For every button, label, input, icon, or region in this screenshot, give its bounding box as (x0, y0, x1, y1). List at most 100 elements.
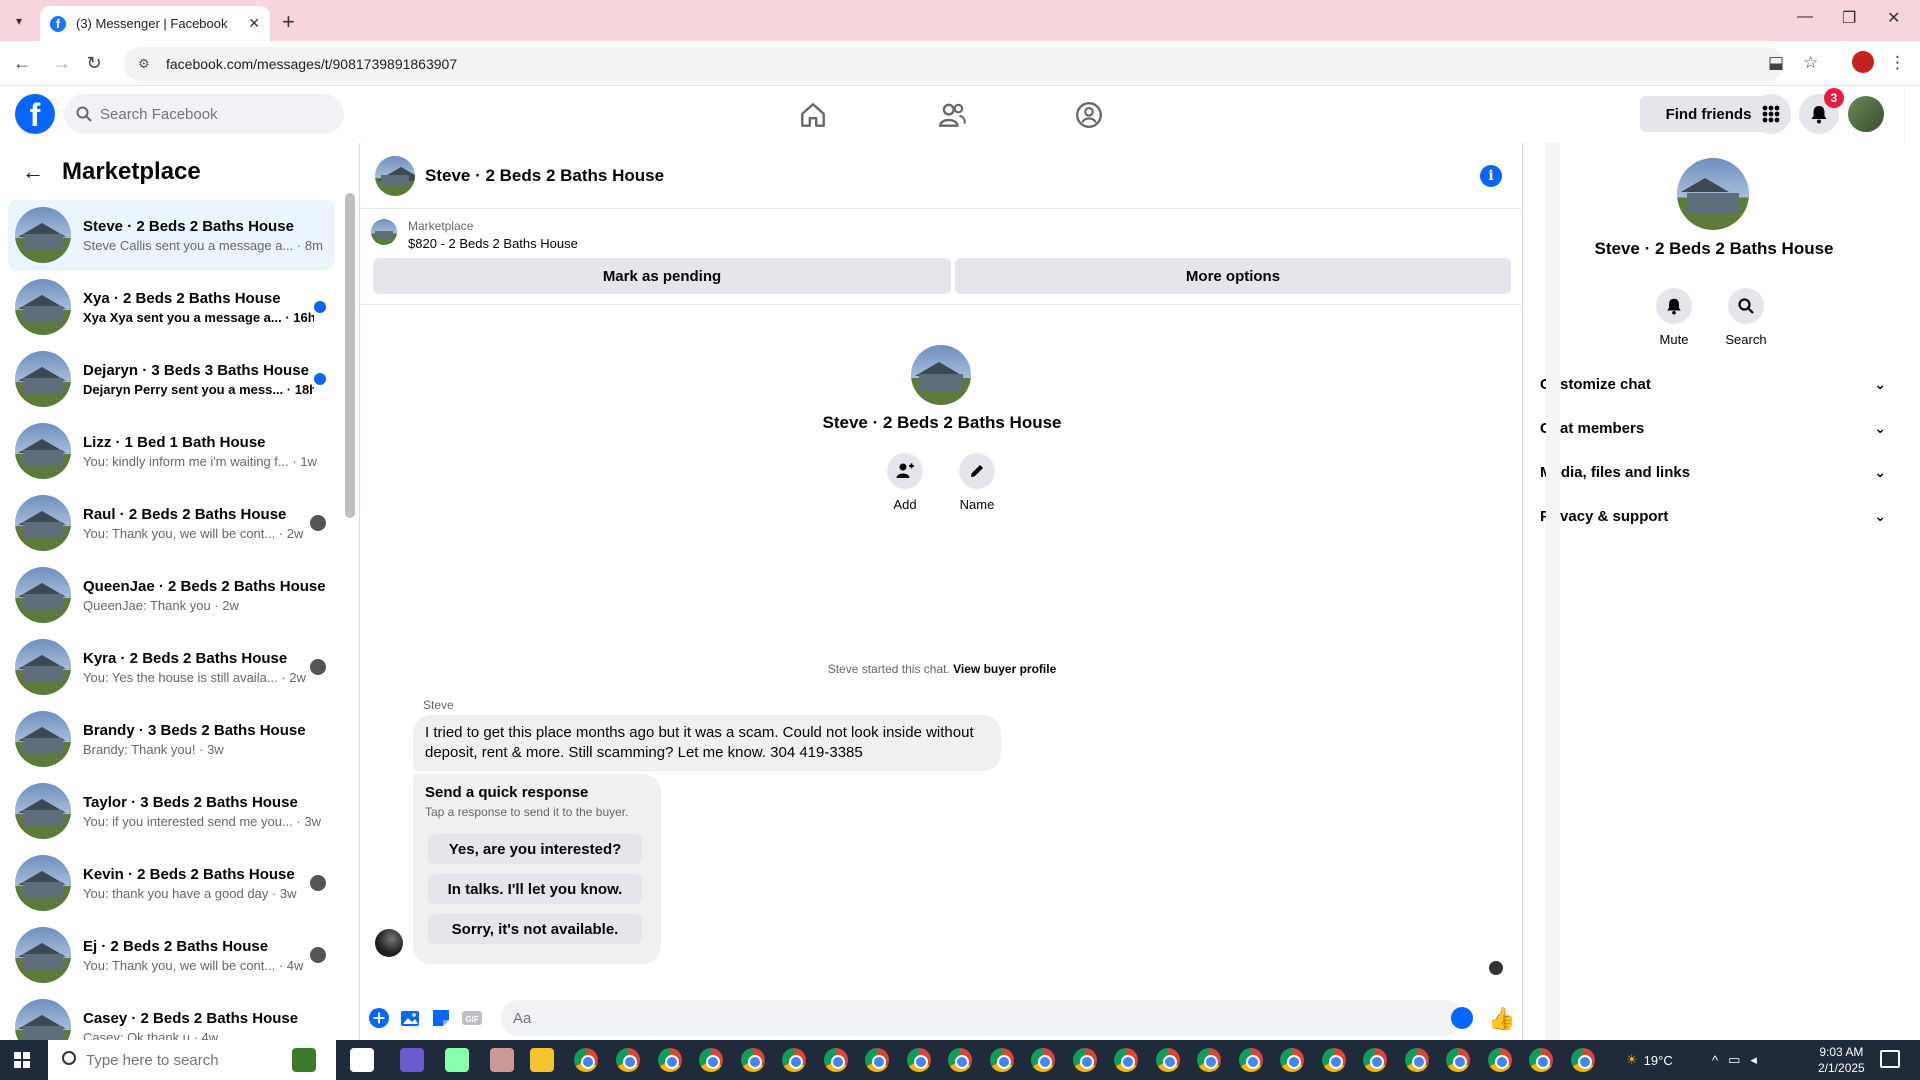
chrome-window-icon[interactable] (616, 1048, 640, 1072)
weather-widget[interactable]: ☀ 19°C (1626, 1040, 1673, 1080)
page-scrollbar[interactable] (1546, 143, 1560, 1043)
chrome-window-icon[interactable] (1197, 1048, 1221, 1072)
conversation-item[interactable]: Raul · 2 Beds 2 Baths House You: Thank yo… (8, 488, 334, 558)
reload-icon[interactable]: ↻ (82, 51, 106, 75)
chat-members-section[interactable]: Chat members ⌄ (1540, 410, 1886, 446)
chrome-window-icon[interactable] (740, 1048, 765, 1072)
chrome-window-icon[interactable] (699, 1048, 723, 1072)
site-info-icon[interactable]: ⚙ (138, 56, 154, 72)
gif-icon[interactable]: GIF (461, 1007, 483, 1029)
quick-response-button[interactable]: Sorry, it's not available. (428, 914, 642, 944)
info-icon[interactable]: i (1480, 165, 1502, 187)
chrome-window-icon[interactable] (1529, 1048, 1553, 1072)
add-people-action[interactable]: Add (875, 453, 935, 512)
chrome-window-icon[interactable] (989, 1048, 1014, 1072)
chrome-window-icon[interactable] (1114, 1048, 1138, 1072)
install-app-icon[interactable]: ⬓ (1768, 53, 1784, 73)
browser-tab[interactable]: f (3) Messenger | Facebook ✕ (40, 6, 270, 41)
conversation-item[interactable]: Brandy · 3 Beds 2 Baths House Brandy: Tha… (8, 704, 334, 774)
chrome-profile-avatar[interactable] (1852, 51, 1874, 73)
emoji-icon[interactable] (1451, 1007, 1473, 1029)
more-options-button[interactable]: More options (955, 258, 1511, 294)
new-tab-icon[interactable]: + (282, 9, 295, 35)
media-files-links-section[interactable]: Media, files and links ⌄ (1540, 454, 1886, 490)
menu-grid-button[interactable] (1751, 94, 1791, 134)
chrome-menu-icon[interactable]: ⋮ (1889, 53, 1906, 73)
restore-icon[interactable]: ❐ (1842, 8, 1856, 28)
minimize-icon[interactable]: — (1797, 8, 1813, 26)
conversation-item[interactable]: Dejaryn · 3 Beds 3 Baths House Dejaryn Pe… (8, 344, 334, 414)
chrome-window-icon[interactable] (948, 1048, 972, 1072)
privacy-support-section[interactable]: Privacy & support ⌄ (1540, 498, 1886, 534)
chrome-window-icon[interactable] (1570, 1048, 1595, 1072)
chrome-window-icon[interactable] (657, 1048, 682, 1072)
sticker-icon[interactable] (430, 1007, 452, 1029)
tab-search-dropdown-icon[interactable]: ▾ (8, 10, 30, 32)
system-tray-icons[interactable]: ^ ▭ ◂ (1712, 1040, 1767, 1080)
notification-center-icon[interactable] (1880, 1050, 1900, 1068)
account-avatar[interactable] (1846, 94, 1886, 134)
app-icon[interactable] (445, 1048, 469, 1072)
chevron-up-icon[interactable]: ^ (1712, 1053, 1728, 1068)
conversation-item[interactable]: Casey · 2 Beds 2 Baths House Casey: Ok th… (8, 992, 334, 1043)
conversation-item[interactable]: QueenJae · 2 Beds 2 Baths House QueenJae:… (8, 560, 334, 630)
chrome-window-icon[interactable] (1321, 1048, 1346, 1072)
friends-icon[interactable] (937, 100, 967, 130)
taskbar-search-input[interactable] (86, 1051, 236, 1069)
conversation-item[interactable]: Lizz · 1 Bed 1 Bath House You: kindly inf… (8, 416, 334, 486)
conversation-item[interactable]: Ej · 2 Beds 2 Baths House You: Thank you,… (8, 920, 334, 990)
chrome-window-icon[interactable] (1031, 1048, 1055, 1072)
facebook-search-box[interactable] (64, 94, 344, 134)
facebook-search-input[interactable] (100, 105, 300, 123)
chrome-window-icon[interactable] (1238, 1048, 1263, 1072)
network-icon[interactable]: ▭ (1728, 1052, 1750, 1068)
chrome-window-icon[interactable] (823, 1048, 848, 1072)
groups-icon[interactable] (1074, 100, 1104, 130)
conversation-item[interactable]: Kyra · 2 Beds 2 Baths House You: Yes the … (8, 632, 334, 702)
chrome-window-icon[interactable] (865, 1048, 889, 1072)
chrome-icon[interactable] (574, 1048, 598, 1072)
view-buyer-profile-link[interactable]: View buyer profile (953, 662, 1056, 676)
conversation-item[interactable]: Xya · 2 Beds 2 Baths House Xya Xya sent y… (8, 272, 334, 342)
message-input-box[interactable] (501, 1000, 1463, 1036)
address-bar[interactable]: ⚙ facebook.com/messages/t/90817398918639… (124, 47, 1784, 81)
forward-icon[interactable]: → (50, 51, 74, 75)
chat-avatar[interactable] (375, 155, 415, 196)
taskbar-clock[interactable]: 9:03 AM 2/1/2025 (1818, 1044, 1865, 1076)
mark-as-pending-button[interactable]: Mark as pending (373, 258, 951, 294)
back-arrow-icon[interactable]: ← (22, 159, 44, 185)
thumbs-up-icon[interactable]: 👍 (1488, 1006, 1515, 1032)
customize-chat-section[interactable]: Customize chat ⌄ (1540, 366, 1886, 402)
chrome-window-icon[interactable] (1072, 1048, 1097, 1072)
close-window-icon[interactable]: ✕ (1887, 8, 1900, 28)
plus-circle-icon[interactable] (368, 1007, 390, 1029)
quick-response-button[interactable]: In talks. I'll let you know. (428, 874, 642, 904)
sidebar-scrollbar[interactable] (345, 193, 355, 518)
chrome-window-icon[interactable] (1446, 1048, 1470, 1072)
facebook-logo-icon[interactable]: f (15, 94, 55, 134)
task-view-icon[interactable] (350, 1048, 374, 1072)
bookmark-star-icon[interactable]: ☆ (1803, 53, 1818, 73)
chrome-window-icon[interactable] (1280, 1048, 1304, 1072)
chrome-window-icon[interactable] (1363, 1048, 1387, 1072)
conversation-item[interactable]: Taylor · 3 Beds 2 Baths House You: if you… (8, 776, 334, 846)
conversation-item[interactable]: Steve · 2 Beds 2 Baths House Steve Callis… (8, 200, 334, 270)
volume-icon[interactable]: ◂ (1750, 1052, 1767, 1068)
store-icon[interactable] (292, 1048, 316, 1072)
listing-title[interactable]: $820 - 2 Beds 2 Baths House (408, 236, 578, 251)
copilot-icon[interactable] (400, 1048, 424, 1072)
edit-name-action[interactable]: Name (947, 453, 1007, 512)
chrome-window-icon[interactable] (1404, 1048, 1429, 1072)
photo-icon[interactable] (399, 1007, 421, 1029)
sender-avatar[interactable] (375, 929, 403, 957)
file-explorer-icon[interactable] (530, 1048, 554, 1072)
chrome-window-icon[interactable] (1155, 1048, 1180, 1072)
message-bubble[interactable]: I tried to get this place months ago but… (413, 715, 1001, 771)
mute-action[interactable]: Mute (1644, 288, 1704, 347)
quick-response-button[interactable]: Yes, are you interested? (428, 834, 642, 864)
conversation-item[interactable]: Kevin · 2 Beds 2 Baths House You: thank y… (8, 848, 334, 918)
chrome-window-icon[interactable] (1487, 1048, 1512, 1072)
close-tab-icon[interactable]: ✕ (248, 15, 260, 32)
details-avatar[interactable] (1677, 158, 1749, 230)
home-icon[interactable] (798, 100, 828, 130)
